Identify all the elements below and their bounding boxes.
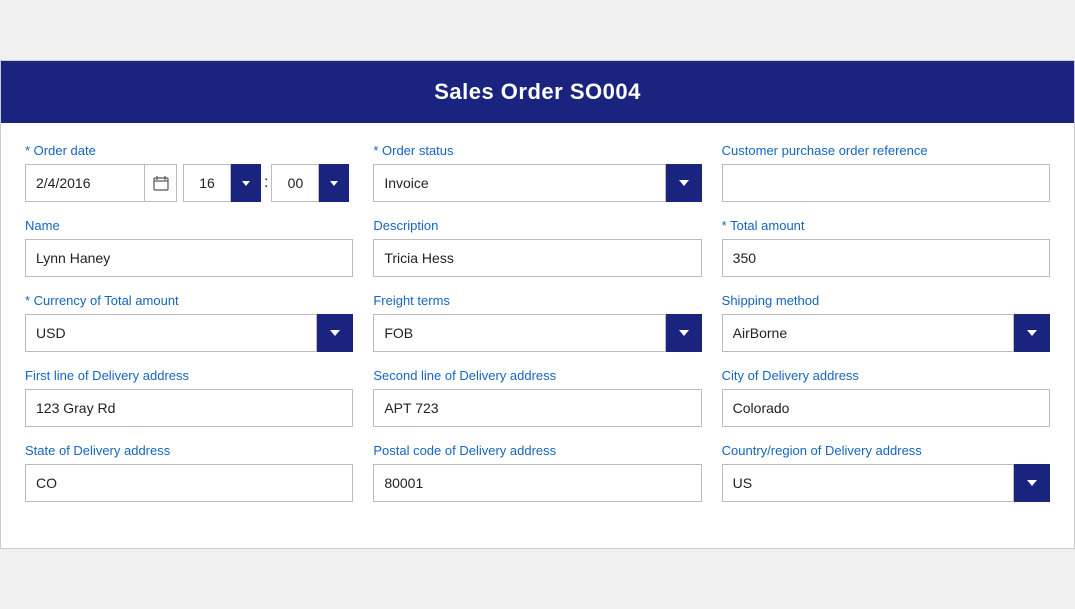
shipping-method-chevron-button[interactable]: [1014, 314, 1050, 352]
freight-terms-chevron-icon: [677, 326, 691, 340]
currency-chevron-icon: [328, 326, 342, 340]
freight-terms-input[interactable]: [373, 314, 665, 352]
delivery-postal-label: Postal code of Delivery address: [373, 443, 701, 458]
delivery-city-input[interactable]: [722, 389, 1050, 427]
customer-po-group: Customer purchase order reference: [722, 143, 1050, 202]
calendar-button[interactable]: [145, 164, 177, 202]
delivery-city-label: City of Delivery address: [722, 368, 1050, 383]
form-body: Order date: [1, 123, 1074, 548]
customer-po-input[interactable]: [722, 164, 1050, 202]
delivery-line1-label: First line of Delivery address: [25, 368, 353, 383]
description-label: Description: [373, 218, 701, 233]
delivery-line1-input[interactable]: [25, 389, 353, 427]
delivery-line2-group: Second line of Delivery address: [373, 368, 701, 427]
order-status-wrapper: [373, 164, 701, 202]
name-label: Name: [25, 218, 353, 233]
hour-chevron-icon: [240, 177, 252, 189]
row-4: First line of Delivery address Second li…: [25, 368, 1050, 427]
minute-chevron-button[interactable]: [319, 164, 349, 202]
time-colon: :: [261, 164, 271, 202]
order-date-input[interactable]: [25, 164, 145, 202]
name-group: Name: [25, 218, 353, 277]
currency-chevron-button[interactable]: [317, 314, 353, 352]
name-input[interactable]: [25, 239, 353, 277]
hour-input[interactable]: [183, 164, 231, 202]
shipping-method-label: Shipping method: [722, 293, 1050, 308]
delivery-line2-input[interactable]: [373, 389, 701, 427]
delivery-state-group: State of Delivery address: [25, 443, 353, 502]
delivery-city-group: City of Delivery address: [722, 368, 1050, 427]
title-text: Sales Order SO004: [434, 79, 641, 104]
shipping-method-input[interactable]: [722, 314, 1014, 352]
delivery-country-group: Country/region of Delivery address: [722, 443, 1050, 502]
delivery-postal-group: Postal code of Delivery address: [373, 443, 701, 502]
currency-group: Currency of Total amount: [25, 293, 353, 352]
currency-input[interactable]: [25, 314, 317, 352]
row-3: Currency of Total amount Freight terms: [25, 293, 1050, 352]
freight-terms-wrapper: [373, 314, 701, 352]
order-date-group: Order date: [25, 143, 353, 202]
order-status-chevron-button[interactable]: [666, 164, 702, 202]
total-amount-group: Total amount: [722, 218, 1050, 277]
row-5: State of Delivery address Postal code of…: [25, 443, 1050, 502]
freight-terms-label: Freight terms: [373, 293, 701, 308]
order-status-group: Order status: [373, 143, 701, 202]
delivery-state-input[interactable]: [25, 464, 353, 502]
row-1: Order date: [25, 143, 1050, 202]
minute-input[interactable]: [271, 164, 319, 202]
time-part: :: [183, 164, 349, 202]
freight-terms-group: Freight terms: [373, 293, 701, 352]
delivery-country-chevron-button[interactable]: [1014, 464, 1050, 502]
minute-chevron-icon: [328, 177, 340, 189]
currency-label: Currency of Total amount: [25, 293, 353, 308]
delivery-line2-label: Second line of Delivery address: [373, 368, 701, 383]
description-group: Description: [373, 218, 701, 277]
row-2: Name Description Total amount: [25, 218, 1050, 277]
shipping-method-chevron-icon: [1025, 326, 1039, 340]
total-amount-label: Total amount: [722, 218, 1050, 233]
description-input[interactable]: [373, 239, 701, 277]
sales-order-form: Sales Order SO004 Order date: [0, 60, 1075, 549]
delivery-country-label: Country/region of Delivery address: [722, 443, 1050, 458]
delivery-line1-group: First line of Delivery address: [25, 368, 353, 427]
delivery-country-wrapper: [722, 464, 1050, 502]
freight-terms-chevron-button[interactable]: [666, 314, 702, 352]
order-date-wrapper: :: [25, 164, 353, 202]
order-status-label: Order status: [373, 143, 701, 158]
order-status-chevron-icon: [677, 176, 691, 190]
customer-po-label: Customer purchase order reference: [722, 143, 1050, 158]
currency-wrapper: [25, 314, 353, 352]
total-amount-input[interactable]: [722, 239, 1050, 277]
order-status-input[interactable]: [373, 164, 665, 202]
shipping-method-wrapper: [722, 314, 1050, 352]
order-date-label: Order date: [25, 143, 353, 158]
delivery-country-input[interactable]: [722, 464, 1014, 502]
delivery-country-chevron-icon: [1025, 476, 1039, 490]
hour-chevron-button[interactable]: [231, 164, 261, 202]
calendar-icon: [153, 175, 169, 191]
form-title: Sales Order SO004: [1, 61, 1074, 123]
shipping-method-group: Shipping method: [722, 293, 1050, 352]
delivery-postal-input[interactable]: [373, 464, 701, 502]
delivery-state-label: State of Delivery address: [25, 443, 353, 458]
